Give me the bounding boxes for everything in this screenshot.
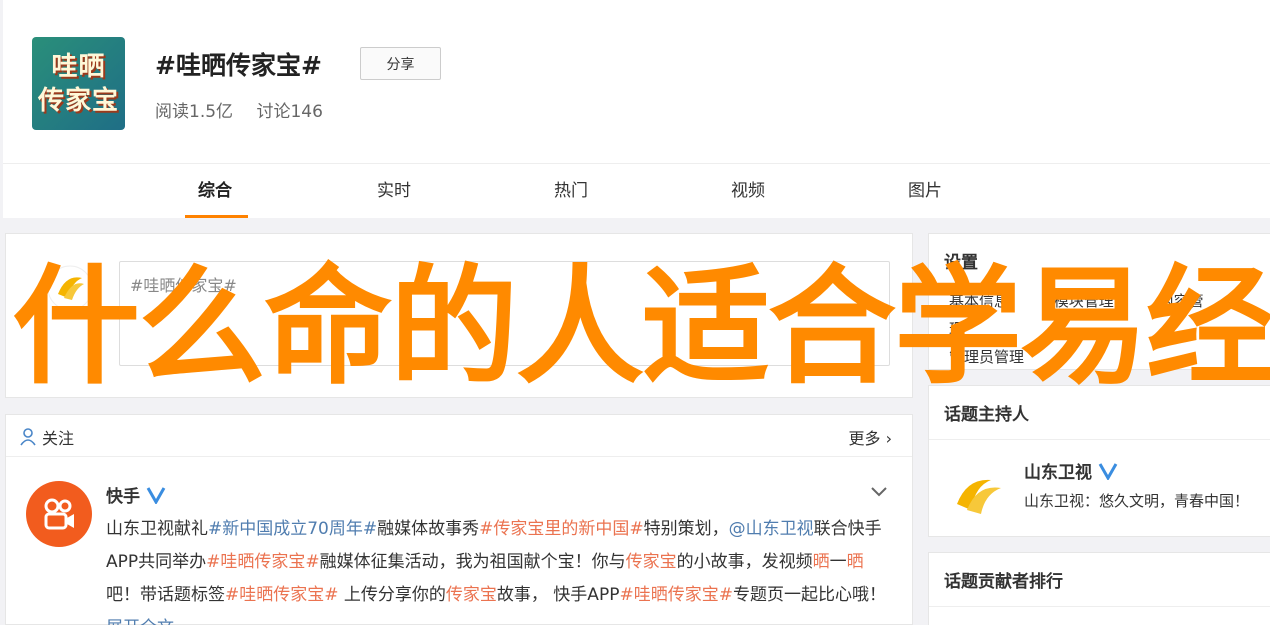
follow-filter[interactable]: 关注 xyxy=(18,425,74,449)
contributors-card: 话题贡献者排行 xyxy=(928,552,1270,625)
logo-line-2: 传家宝 xyxy=(37,85,119,116)
user-icon xyxy=(20,428,36,446)
post-text-segment: 的小故事，发视频 xyxy=(676,552,813,572)
settings-basic-info[interactable]: 基本信息 xyxy=(949,292,1009,310)
settings-admins[interactable]: 管理员管理 xyxy=(949,348,1024,366)
topic-header: 哇晒 传家宝 #哇晒传家宝# 分享 阅读1.5亿 讨论146 综合 实时 热门 … xyxy=(3,0,1270,218)
text-link[interactable]: @山东卫视 xyxy=(729,519,814,539)
post-text-segment: 山东卫视献礼 xyxy=(106,519,208,539)
tab-images[interactable]: 图片 xyxy=(865,164,985,218)
post-composer: #哇晒传家宝# xyxy=(5,233,913,398)
post-text-segment: 专题页一起比心哦！ xyxy=(732,585,886,605)
post-text-segment: 吧！带话题标签 xyxy=(106,585,225,605)
more-link[interactable]: 更多 › xyxy=(848,425,892,449)
hashtag-link[interactable]: 晒 xyxy=(813,552,830,572)
hashtag-link[interactable]: #哇晒传家宝# xyxy=(225,585,339,605)
host-description: 山东卫视：悠久文明，青春中国！ xyxy=(1024,492,1250,510)
post-text-segment: 融媒体征集活动，我为祖国献个宝！你与 xyxy=(319,552,626,572)
feed-card: 关注 更多 › 快手 山东卫视献礼#新中国成立70周年#融媒体故事秀#传家宝里的… xyxy=(5,414,913,625)
topic-title: #哇晒传家宝# xyxy=(155,51,322,80)
post-text: 山东卫视献礼#新中国成立70周年#融媒体故事秀#传家宝里的新中国#特别策划，@山… xyxy=(106,513,896,625)
user-avatar xyxy=(46,264,94,312)
post-text-segment: 融媒体故事秀 xyxy=(377,519,480,539)
hashtag-link[interactable]: 传家宝 xyxy=(626,552,677,572)
hashtag-link[interactable]: #传家宝里的新中国# xyxy=(479,519,644,539)
verified-icon xyxy=(1098,462,1118,480)
post-text-segment: 故事， 快手APP xyxy=(496,585,620,605)
host-title: 话题主持人 xyxy=(929,386,1270,440)
verified-icon xyxy=(146,486,166,504)
tab-realtime[interactable]: 实时 xyxy=(334,164,454,218)
text-link[interactable]: 展开全文 xyxy=(106,618,174,625)
post-text-segment: 上传分享你的 xyxy=(338,585,446,605)
more-label: 更多 xyxy=(848,429,881,448)
hashtag-link[interactable]: 传家宝 xyxy=(446,585,497,605)
host-row: 山东卫视 山东卫视：悠久文明，青春中国！ xyxy=(929,440,1270,540)
feed-header: 关注 更多 › xyxy=(6,415,912,457)
host-avatar[interactable] xyxy=(949,464,1007,522)
tab-video[interactable]: 视频 xyxy=(688,164,808,218)
hashtag-link[interactable]: #哇晒传家宝# xyxy=(206,552,320,572)
settings-links: 基本信息 模块管理 内容管理 管理员管理 xyxy=(929,287,1270,379)
host-name-label: 山东卫视 xyxy=(1024,463,1092,483)
settings-title: 设置 xyxy=(944,253,978,273)
hashtag-link[interactable]: #哇晒传家宝# xyxy=(619,585,733,605)
post-input[interactable]: #哇晒传家宝# xyxy=(119,261,890,366)
tab-bar: 综合 实时 热门 视频 图片 xyxy=(3,164,1270,218)
discussion-count: 讨论146 xyxy=(256,102,323,122)
author-avatar[interactable] xyxy=(26,481,92,547)
read-count: 阅读1.5亿 xyxy=(155,102,234,122)
tab-hot[interactable]: 热门 xyxy=(511,164,631,218)
text-link[interactable]: #新中国成立70周年# xyxy=(208,519,377,539)
author-label: 快手 xyxy=(106,487,140,507)
share-button[interactable]: 分享 xyxy=(360,47,441,80)
contributors-title: 话题贡献者排行 xyxy=(929,553,1270,607)
post-text-segment: 一 xyxy=(829,552,847,572)
post-text-segment: 特别策划， xyxy=(643,519,729,539)
author-name[interactable]: 快手 xyxy=(106,482,166,507)
follow-label: 关注 xyxy=(42,429,75,448)
chevron-right-icon: › xyxy=(885,429,892,448)
hashtag-link[interactable]: 晒 xyxy=(847,552,864,572)
tab-all[interactable]: 综合 xyxy=(155,164,275,218)
host-card: 话题主持人 山东卫视 山东卫视：悠久文明，青春中国！ xyxy=(928,385,1270,537)
settings-card: 设置 基本信息 模块管理 内容管理 管理员管理 xyxy=(928,233,1270,370)
host-name[interactable]: 山东卫视 xyxy=(1024,458,1118,483)
settings-modules[interactable]: 模块管理 xyxy=(1054,292,1114,310)
topic-stats: 阅读1.5亿 讨论146 xyxy=(155,97,341,122)
topic-logo: 哇晒 传家宝 xyxy=(32,37,125,130)
chevron-down-icon[interactable] xyxy=(870,483,888,502)
logo-line-1: 哇晒 xyxy=(51,51,106,82)
